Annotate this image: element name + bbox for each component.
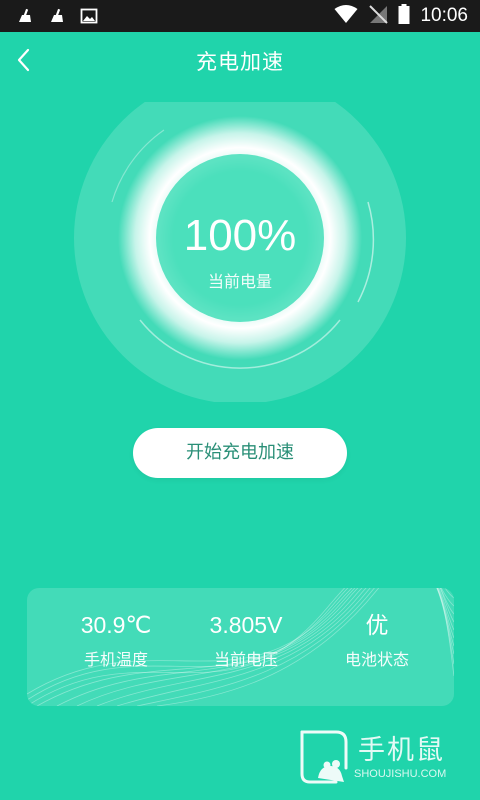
battery-level-label: 当前电量 [207,272,272,291]
watermark-site: SHOUJISHU.COM [354,768,447,780]
stat-label: 电池状态 [344,650,409,669]
system-status: 10:06 [334,0,468,32]
image-icon [80,7,98,29]
page-title: 充电加速 [196,50,284,74]
no-sim-icon [368,4,389,28]
stat-current-voltage: 3.805V 当前电压 [176,608,316,670]
broom-icon [16,7,34,29]
status-bar: 10:06 [0,0,480,32]
start-charge-acceleration-button[interactable]: 开始充电加速 [133,428,347,478]
battery-level-value: 100% [183,211,297,260]
wifi-icon [334,4,358,28]
stat-value: 优 [365,612,389,638]
status-time: 10:06 [420,5,468,26]
stat-value: 30.9℃ [80,612,152,638]
stats-card: 30.9℃ 手机温度 3.805V 当前电压 优 电池状态 [27,588,454,706]
watermark-logo: 手机鼠 SHOUJISHU.COM [296,728,466,788]
watermark-logo-text: 手机鼠 [358,735,445,766]
header: 充电加速 [0,32,480,92]
stat-phone-temperature: 30.9℃ 手机温度 [46,608,186,670]
broom-icon [48,7,66,29]
stat-label: 当前电压 [213,650,278,669]
stat-value: 3.805V [209,612,283,638]
stat-battery-status: 优 电池状态 [307,608,447,670]
battery-icon [398,4,410,28]
mouse-logo-icon [296,730,352,792]
notification-icons [16,7,98,29]
stat-label: 手机温度 [83,650,148,669]
